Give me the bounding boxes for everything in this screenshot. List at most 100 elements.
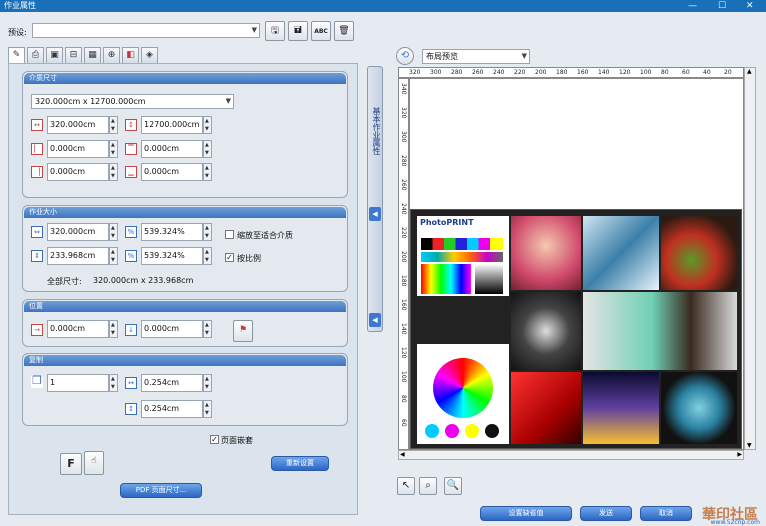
margin-top-icon: ▔ [125,143,137,155]
page-nesting-checkbox[interactable]: ✓ [210,435,219,444]
maximize-icon[interactable]: ☐ [718,0,726,12]
job-height-icon: ⇕ [31,250,43,262]
ruler-tick: 60 [682,69,690,76]
ruler-tick: 280 [400,155,407,167]
scroll-right-icon[interactable]: ▶ [737,451,742,458]
tab-marks[interactable]: ⊕ [103,47,120,63]
send-button[interactable]: 发送 [580,506,632,521]
margin-top-stepper[interactable] [203,140,212,158]
ruler-tick: 320 [400,107,407,119]
select-tool-button[interactable]: ↖ [397,477,415,495]
black-dot [485,424,499,438]
magnifier-icon: 🔍 [446,480,460,491]
margin-right-stepper[interactable] [109,163,118,181]
ruler-tick: 200 [535,69,547,76]
basic-job-properties-sidetab[interactable]: ◀ 基本作业属性 ◀ [367,66,383,332]
preview-vertical-scrollbar[interactable]: ▲ ▼ [744,67,756,450]
horizontal-gap-stepper[interactable] [203,374,212,392]
rename-preset-button[interactable]: ABC [311,21,331,41]
media-size-select[interactable]: 320.000cm x 12700.000cm ▼ [31,94,234,109]
margin-left-field[interactable]: 0.000cm [47,140,109,158]
scroll-left-icon[interactable]: ◀ [400,451,405,458]
red-car-photo [511,372,581,444]
job-height-percent-field[interactable]: 539.324% [141,247,203,265]
tab-basic[interactable]: ✎ [8,47,25,64]
media-height-field[interactable]: 12700.000cm [141,116,203,134]
crop-marks-icon: ⊕ [107,50,116,60]
chevron-down-icon: ▼ [521,52,527,60]
margin-top-field[interactable]: 0.000cm [141,140,203,158]
scroll-down-icon[interactable]: ▼ [747,442,752,449]
spot-color-button[interactable]: ☝ [84,451,104,475]
title-bar: 作业属性 — ☐ ✕ [0,0,766,12]
vertical-gap-field[interactable]: 0.254cm [141,400,203,418]
save-preset-button[interactable]: 🖫 [265,21,285,41]
output-icon: ⊟ [69,50,78,60]
reset-button[interactable]: 重新设置 [271,456,329,471]
copies-count-stepper[interactable] [109,374,118,392]
ruler-tick: 60 [400,419,407,427]
tab-layers[interactable]: ◈ [141,47,158,63]
margin-right-field[interactable]: 0.000cm [47,163,109,181]
preview-mode-select[interactable]: 布局预览 ▼ [422,49,530,64]
media-height-stepper[interactable] [203,116,212,134]
pdf-page-size-button[interactable]: PDF 页面尺寸... [120,483,202,498]
keep-ratio-label: 按比例 [237,254,261,263]
save-as-preset-button[interactable]: 🖬 [288,21,308,41]
window-title: 作业属性 [4,1,36,10]
ruler-tick: 280 [451,69,463,76]
zoom-tool-button[interactable]: ⌕ [419,477,437,495]
tab-save[interactable]: ▣ [46,47,63,63]
margin-bottom-field[interactable]: 0.000cm [141,163,203,181]
preview-refresh-button[interactable]: ⟲ [396,47,414,65]
gray-ramp [475,264,503,294]
floppy-star-icon: 🖬 [294,26,302,36]
tab-output[interactable]: ⊟ [65,47,82,63]
set-default-button[interactable]: 设置缺省值 [480,506,572,521]
job-height-percent-stepper[interactable] [203,247,212,265]
margin-right-icon: ▕ [31,166,43,178]
margin-bottom-icon: ▁ [125,166,137,178]
expand-arrow-icon[interactable]: ◀ [369,313,381,327]
tab-color[interactable]: ◧ [122,47,139,63]
ruler-tick: 80 [661,69,669,76]
delete-preset-button[interactable]: 🗑 [334,21,354,41]
close-icon[interactable]: ✕ [746,0,754,12]
job-width-percent-stepper[interactable] [203,223,212,241]
position-y-field[interactable]: 0.000cm [141,320,203,338]
job-width-icon: ⇔ [31,226,43,238]
preset-select[interactable]: ▼ [32,23,260,38]
position-y-stepper[interactable] [203,320,212,338]
margin-left-stepper[interactable] [109,140,118,158]
fit-view-button[interactable]: 🔍 [444,477,462,495]
fit-media-checkbox[interactable] [225,230,234,239]
job-height-field[interactable]: 233.968cm [47,247,109,265]
media-size-group: 介质尺寸 320.000cm x 12700.000cm ▼ ↔ 320.000… [22,71,348,198]
scroll-up-icon[interactable]: ▲ [747,68,752,75]
position-x-stepper[interactable] [109,320,118,338]
anchor-button[interactable]: ⚑ [233,320,253,342]
collapse-arrow-icon[interactable]: ◀ [369,207,381,221]
font-button[interactable]: F [60,453,82,475]
job-width-field[interactable]: 320.000cm [47,223,109,241]
position-x-field[interactable]: 0.000cm [47,320,109,338]
tab-printer[interactable]: ⎙ [27,47,44,63]
media-width-field[interactable]: 320.000cm [47,116,109,134]
job-width-percent-field[interactable]: 539.324% [141,223,203,241]
job-height-stepper[interactable] [109,247,118,265]
job-artwork-thumbnail[interactable]: PhotoPRINT [410,209,742,449]
horizontal-gap-field[interactable]: 0.254cm [141,374,203,392]
job-width-stepper[interactable] [109,223,118,241]
minimize-icon[interactable]: — [688,0,697,12]
margin-left-icon: ▏ [31,143,43,155]
keep-ratio-checkbox[interactable]: ✓ [225,253,234,262]
media-width-stepper[interactable] [109,116,118,134]
tab-tiling[interactable]: ▦ [84,47,101,63]
vertical-gap-stepper[interactable] [203,400,212,418]
cancel-button[interactable]: 取消 [640,506,692,521]
ruler-tick: 160 [577,69,589,76]
media-width-icon: ↔ [31,119,43,131]
copies-count-field[interactable]: 1 [47,374,109,392]
margin-bottom-stepper[interactable] [203,163,212,181]
preview-horizontal-scrollbar[interactable]: ◀ ▶ [398,450,744,460]
